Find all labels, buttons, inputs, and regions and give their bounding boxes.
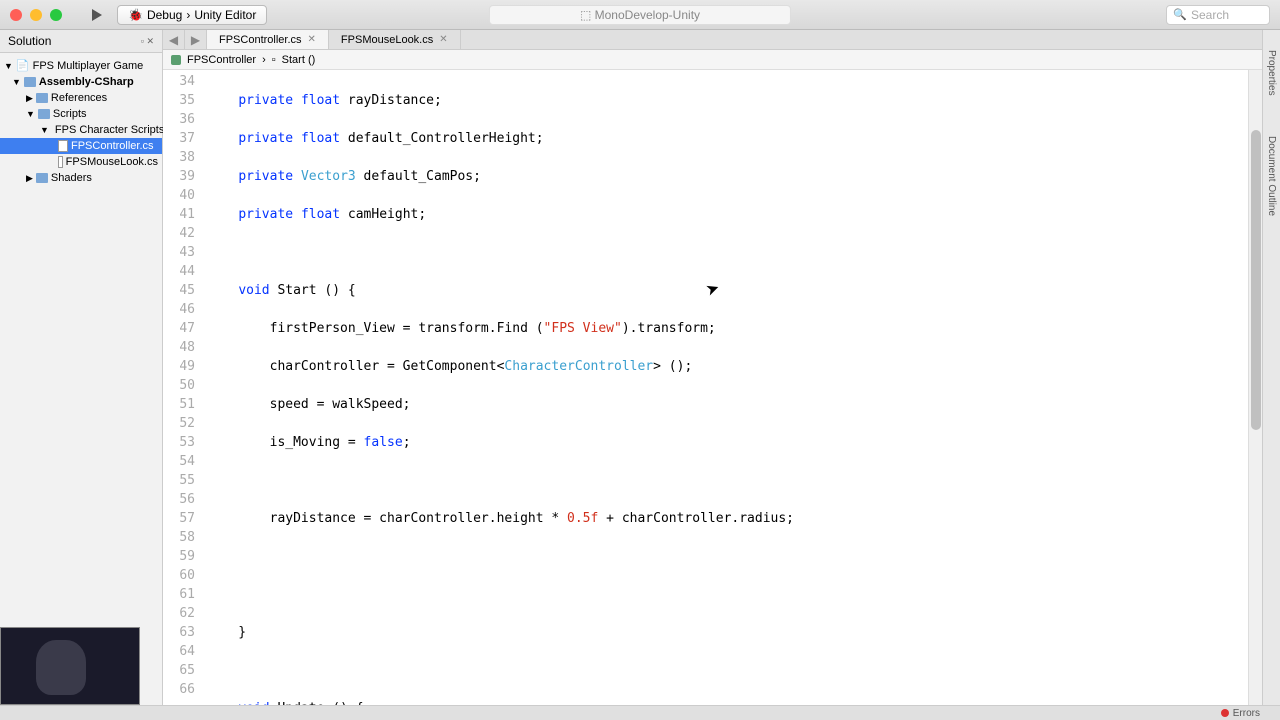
errors-button[interactable]: Errors: [1233, 708, 1260, 719]
close-icon[interactable]: ✕: [308, 34, 316, 45]
nav-back-button[interactable]: ◀: [163, 30, 185, 49]
tab-fpsmouselook[interactable]: FPSMouseLook.cs✕: [329, 30, 461, 49]
debug-config-button[interactable]: 🐞 Debug › Unity Editor: [117, 5, 267, 25]
search-input[interactable]: Search: [1166, 5, 1270, 25]
chevron-right-icon: ›: [186, 8, 190, 22]
scripts-folder[interactable]: ▼ Scripts: [0, 106, 162, 122]
code-viewport[interactable]: 3435363738394041424344454647484950515253…: [163, 70, 1262, 705]
close-icon[interactable]: [10, 9, 22, 21]
solution-tree: ▼📄 FPS Multiplayer Game ▼ Assembly-CShar…: [0, 53, 162, 190]
solution-sidebar: Solution▫ ✕ ▼📄 FPS Multiplayer Game ▼ As…: [0, 30, 163, 705]
close-icon[interactable]: ✕: [439, 34, 447, 45]
fps-char-scripts-folder[interactable]: ▼ FPS Character Scripts: [0, 122, 162, 138]
tab-bar: ◀ ▶ FPSController.cs✕ FPSMouseLook.cs✕: [163, 30, 1262, 50]
code-content[interactable]: private float rayDistance; private float…: [203, 70, 1248, 705]
shaders-folder[interactable]: ▶ Shaders: [0, 170, 162, 186]
file-fpsmouselook[interactable]: FPSMouseLook.cs: [0, 154, 162, 170]
class-icon: [171, 55, 181, 65]
unity-icon: ⬚: [580, 8, 595, 22]
nav-forward-button[interactable]: ▶: [185, 30, 207, 49]
method-icon: ▫: [272, 54, 276, 66]
webcam-overlay: [0, 627, 140, 705]
vertical-scrollbar[interactable]: [1248, 70, 1262, 705]
document-outline-tab[interactable]: Document Outline: [1266, 136, 1277, 216]
properties-tab[interactable]: Properties: [1266, 50, 1277, 96]
breadcrumb[interactable]: FPSController › ▫Start (): [163, 50, 1262, 70]
tab-fpscontroller[interactable]: FPSController.cs✕: [207, 30, 329, 49]
error-icon: [1221, 709, 1229, 717]
sidebar-options-icon[interactable]: ▫ ✕: [141, 36, 154, 47]
minimize-icon[interactable]: [30, 9, 42, 21]
right-panel-tabs: Properties Document Outline: [1262, 30, 1280, 705]
bug-icon: 🐞: [128, 8, 143, 22]
titlebar: 🐞 Debug › Unity Editor ⬚ MonoDevelop-Uni…: [0, 0, 1280, 30]
app-title: ⬚ MonoDevelop-Unity: [489, 5, 791, 25]
line-gutter: 3435363738394041424344454647484950515253…: [163, 70, 203, 705]
project-node[interactable]: ▼📄 FPS Multiplayer Game: [0, 57, 162, 74]
sidebar-header: Solution▫ ✕: [0, 30, 162, 53]
status-bar: Errors: [0, 705, 1280, 720]
window-controls: [10, 9, 62, 21]
scroll-thumb[interactable]: [1251, 130, 1261, 430]
play-icon[interactable]: [92, 9, 102, 21]
maximize-icon[interactable]: [50, 9, 62, 21]
references-node[interactable]: ▶ References: [0, 90, 162, 106]
file-fpscontroller[interactable]: FPSController.cs: [0, 138, 162, 154]
assembly-node[interactable]: ▼ Assembly-CSharp: [0, 74, 162, 90]
editor-area: ◀ ▶ FPSController.cs✕ FPSMouseLook.cs✕ F…: [163, 30, 1262, 705]
chevron-right-icon: ›: [262, 54, 266, 66]
